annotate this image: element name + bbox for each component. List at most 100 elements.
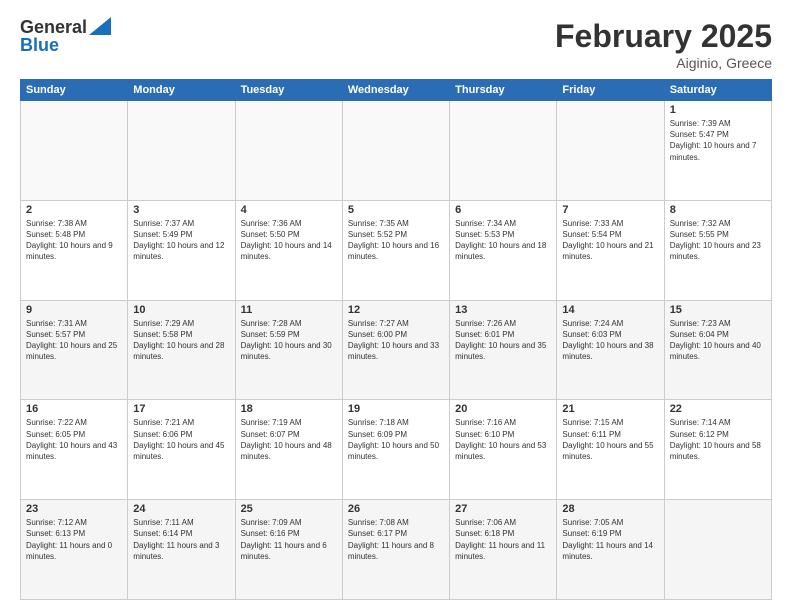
table-row: 19 Sunrise: 7:18 AM Sunset: 6:09 PM Dayli… <box>342 400 449 500</box>
day-number: 20 <box>455 403 551 415</box>
location-subtitle: Aiginio, Greece <box>555 55 772 71</box>
page: General Blue February 2025 Aiginio, Gree… <box>0 0 792 612</box>
day-info: Sunrise: 7:05 AM Sunset: 6:19 PM Dayligh… <box>562 517 658 562</box>
day-number: 25 <box>241 503 337 515</box>
table-row: 22 Sunrise: 7:14 AM Sunset: 6:12 PM Dayli… <box>664 400 771 500</box>
day-info: Sunrise: 7:38 AM Sunset: 5:48 PM Dayligh… <box>26 218 122 263</box>
day-number: 19 <box>348 403 444 415</box>
col-sunday: Sunday <box>21 80 128 101</box>
day-info: Sunrise: 7:24 AM Sunset: 6:03 PM Dayligh… <box>562 318 658 363</box>
table-row: 17 Sunrise: 7:21 AM Sunset: 6:06 PM Dayli… <box>128 400 235 500</box>
table-row: 9Sunrise: 7:31 AM Sunset: 5:57 PM Daylig… <box>21 300 128 400</box>
table-row: 24 Sunrise: 7:11 AM Sunset: 6:14 PM Dayli… <box>128 500 235 600</box>
day-number: 4 <box>241 204 337 216</box>
day-info: Sunrise: 7:35 AM Sunset: 5:52 PM Dayligh… <box>348 218 444 263</box>
day-number: 24 <box>133 503 229 515</box>
table-row: 25 Sunrise: 7:09 AM Sunset: 6:16 PM Dayli… <box>235 500 342 600</box>
col-thursday: Thursday <box>450 80 557 101</box>
day-info: Sunrise: 7:27 AM Sunset: 6:00 PM Dayligh… <box>348 318 444 363</box>
day-info: Sunrise: 7:14 AM Sunset: 6:12 PM Dayligh… <box>670 417 766 462</box>
calendar-week-row: 23Sunrise: 7:12 AM Sunset: 6:13 PM Dayli… <box>21 500 772 600</box>
day-number: 26 <box>348 503 444 515</box>
day-info: Sunrise: 7:16 AM Sunset: 6:10 PM Dayligh… <box>455 417 551 462</box>
table-row: 3Sunrise: 7:37 AM Sunset: 5:49 PM Daylig… <box>128 200 235 300</box>
day-info: Sunrise: 7:08 AM Sunset: 6:17 PM Dayligh… <box>348 517 444 562</box>
table-row <box>557 101 664 201</box>
day-info: Sunrise: 7:36 AM Sunset: 5:50 PM Dayligh… <box>241 218 337 263</box>
day-info: Sunrise: 7:34 AM Sunset: 5:53 PM Dayligh… <box>455 218 551 263</box>
day-number: 8 <box>670 204 766 216</box>
day-number: 21 <box>562 403 658 415</box>
table-row: 18 Sunrise: 7:19 AM Sunset: 6:07 PM Dayli… <box>235 400 342 500</box>
day-info: Sunrise: 7:39 AM Sunset: 5:47 PM Dayligh… <box>670 118 766 163</box>
day-info: Sunrise: 7:31 AM Sunset: 5:57 PM Dayligh… <box>26 318 122 363</box>
table-row <box>450 101 557 201</box>
col-friday: Friday <box>557 80 664 101</box>
day-number: 27 <box>455 503 551 515</box>
col-tuesday: Tuesday <box>235 80 342 101</box>
table-row: 14 Sunrise: 7:24 AM Sunset: 6:03 PM Dayli… <box>557 300 664 400</box>
day-info: Sunrise: 7:15 AM Sunset: 6:11 PM Dayligh… <box>562 417 658 462</box>
day-number: 7 <box>562 204 658 216</box>
col-saturday: Saturday <box>664 80 771 101</box>
day-info: Sunrise: 7:11 AM Sunset: 6:14 PM Dayligh… <box>133 517 229 562</box>
day-info: Sunrise: 7:06 AM Sunset: 6:18 PM Dayligh… <box>455 517 551 562</box>
day-info: Sunrise: 7:37 AM Sunset: 5:49 PM Dayligh… <box>133 218 229 263</box>
calendar-week-row: 16 Sunrise: 7:22 AM Sunset: 6:05 PM Dayli… <box>21 400 772 500</box>
table-row: 16 Sunrise: 7:22 AM Sunset: 6:05 PM Dayli… <box>21 400 128 500</box>
day-info: Sunrise: 7:09 AM Sunset: 6:16 PM Dayligh… <box>241 517 337 562</box>
calendar-week-row: 1 Sunrise: 7:39 AM Sunset: 5:47 PM Daylig… <box>21 101 772 201</box>
day-number: 17 <box>133 403 229 415</box>
header: General Blue February 2025 Aiginio, Gree… <box>20 18 772 71</box>
table-row <box>128 101 235 201</box>
day-info: Sunrise: 7:32 AM Sunset: 5:55 PM Dayligh… <box>670 218 766 263</box>
day-info: Sunrise: 7:28 AM Sunset: 5:59 PM Dayligh… <box>241 318 337 363</box>
day-number: 15 <box>670 304 766 316</box>
table-row: 6Sunrise: 7:34 AM Sunset: 5:53 PM Daylig… <box>450 200 557 300</box>
table-row <box>342 101 449 201</box>
day-number: 18 <box>241 403 337 415</box>
day-number: 16 <box>26 403 122 415</box>
title-area: February 2025 Aiginio, Greece <box>555 18 772 71</box>
col-wednesday: Wednesday <box>342 80 449 101</box>
table-row: 12Sunrise: 7:27 AM Sunset: 6:00 PM Dayli… <box>342 300 449 400</box>
day-number: 14 <box>562 304 658 316</box>
day-number: 1 <box>670 104 766 116</box>
table-row: 10 Sunrise: 7:29 AM Sunset: 5:58 PM Dayli… <box>128 300 235 400</box>
table-row: 21 Sunrise: 7:15 AM Sunset: 6:11 PM Dayli… <box>557 400 664 500</box>
day-info: Sunrise: 7:22 AM Sunset: 6:05 PM Dayligh… <box>26 417 122 462</box>
table-row: 15 Sunrise: 7:23 AM Sunset: 6:04 PM Dayli… <box>664 300 771 400</box>
calendar-header-row: Sunday Monday Tuesday Wednesday Thursday… <box>21 80 772 101</box>
day-info: Sunrise: 7:19 AM Sunset: 6:07 PM Dayligh… <box>241 417 337 462</box>
table-row: 28Sunrise: 7:05 AM Sunset: 6:19 PM Dayli… <box>557 500 664 600</box>
logo-text: General Blue <box>20 18 111 54</box>
table-row: 13Sunrise: 7:26 AM Sunset: 6:01 PM Dayli… <box>450 300 557 400</box>
day-info: Sunrise: 7:23 AM Sunset: 6:04 PM Dayligh… <box>670 318 766 363</box>
day-number: 5 <box>348 204 444 216</box>
logo: General Blue <box>20 18 111 54</box>
day-info: Sunrise: 7:18 AM Sunset: 6:09 PM Dayligh… <box>348 417 444 462</box>
table-row: 2 Sunrise: 7:38 AM Sunset: 5:48 PM Daylig… <box>21 200 128 300</box>
day-number: 2 <box>26 204 122 216</box>
table-row: 20 Sunrise: 7:16 AM Sunset: 6:10 PM Dayli… <box>450 400 557 500</box>
table-row: 5 Sunrise: 7:35 AM Sunset: 5:52 PM Daylig… <box>342 200 449 300</box>
table-row: 26 Sunrise: 7:08 AM Sunset: 6:17 PM Dayli… <box>342 500 449 600</box>
day-info: Sunrise: 7:21 AM Sunset: 6:06 PM Dayligh… <box>133 417 229 462</box>
table-row: 11 Sunrise: 7:28 AM Sunset: 5:59 PM Dayli… <box>235 300 342 400</box>
table-row <box>664 500 771 600</box>
logo-blue: Blue <box>20 36 111 54</box>
day-number: 10 <box>133 304 229 316</box>
day-number: 23 <box>26 503 122 515</box>
logo-icon <box>89 17 111 35</box>
calendar-week-row: 2 Sunrise: 7:38 AM Sunset: 5:48 PM Daylig… <box>21 200 772 300</box>
col-monday: Monday <box>128 80 235 101</box>
calendar-week-row: 9Sunrise: 7:31 AM Sunset: 5:57 PM Daylig… <box>21 300 772 400</box>
table-row <box>21 101 128 201</box>
day-number: 22 <box>670 403 766 415</box>
day-number: 11 <box>241 304 337 316</box>
table-row: 27 Sunrise: 7:06 AM Sunset: 6:18 PM Dayli… <box>450 500 557 600</box>
logo-general: General <box>20 18 87 36</box>
day-info: Sunrise: 7:29 AM Sunset: 5:58 PM Dayligh… <box>133 318 229 363</box>
day-number: 13 <box>455 304 551 316</box>
day-info: Sunrise: 7:33 AM Sunset: 5:54 PM Dayligh… <box>562 218 658 263</box>
